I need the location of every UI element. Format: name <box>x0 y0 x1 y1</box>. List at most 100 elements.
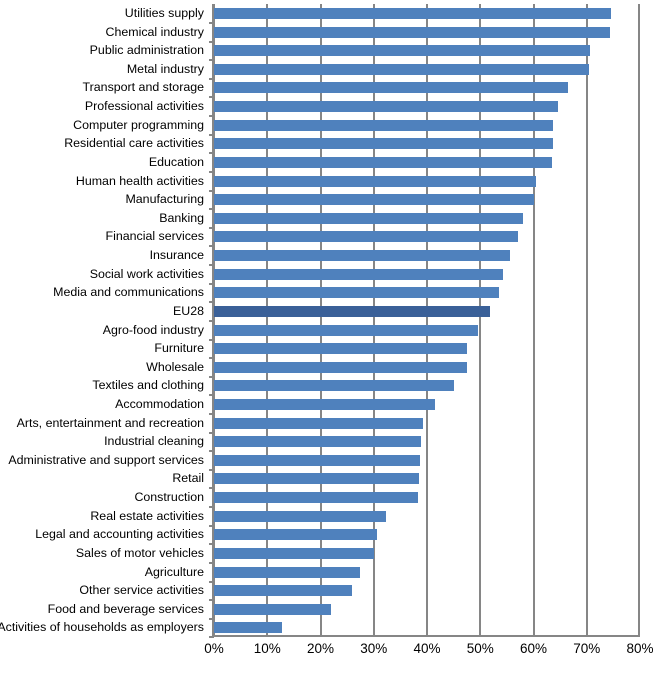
bar <box>214 82 569 94</box>
bar <box>214 343 468 355</box>
bar <box>214 268 503 280</box>
bar-row <box>209 358 638 378</box>
bar-chart: Utilities supply Chemical industry Public … <box>0 0 660 676</box>
value-tick-label: 40% <box>413 641 441 656</box>
category-label: Computer programming <box>73 117 204 132</box>
bar <box>214 603 332 615</box>
category-label: Sales of motor vehicles <box>75 545 204 560</box>
bar-row <box>209 600 638 620</box>
value-tick-label: 50% <box>466 641 494 656</box>
category-label: Textiles and clothing <box>92 378 204 393</box>
category-label: Professional activities <box>84 99 204 114</box>
category-label: Arts, entertainment and recreation <box>16 415 204 430</box>
category-axis-labels: Utilities supply Chemical industry Public … <box>0 4 208 637</box>
value-tick-label: 0% <box>204 641 224 656</box>
bar <box>214 380 454 392</box>
bar-row <box>209 339 638 360</box>
bar-row <box>209 41 638 62</box>
bar <box>214 454 420 466</box>
bar-row <box>209 376 638 397</box>
category-label: Other service activities <box>79 583 204 598</box>
category-label: Insurance <box>149 248 204 263</box>
bar-row <box>209 302 638 322</box>
category-label: Retail <box>172 471 204 486</box>
value-tick-label: 30% <box>360 641 388 656</box>
category-label: Manufacturing <box>125 192 204 207</box>
bar-row <box>209 97 638 118</box>
bar <box>214 194 534 206</box>
category-label: Media and communications <box>53 285 204 300</box>
category-label: Legal and accounting activities <box>35 527 204 542</box>
plot-area <box>209 4 640 639</box>
category-label: Social work activities <box>89 266 204 281</box>
bar-row <box>209 134 638 155</box>
bar <box>214 417 423 429</box>
bar-row <box>209 190 638 211</box>
category-label: Accommodation <box>115 396 204 411</box>
bar <box>214 547 374 559</box>
bar-row <box>209 4 638 24</box>
bar <box>214 26 610 38</box>
bar-rows <box>209 4 638 639</box>
category-label: Metal industry <box>126 61 204 76</box>
bar-row <box>209 469 638 490</box>
bar-row <box>209 488 638 509</box>
bar-row <box>209 78 638 99</box>
category-tick <box>209 636 214 639</box>
bar-row <box>209 265 638 285</box>
bar <box>214 361 467 373</box>
bar <box>214 212 523 224</box>
category-label: Administrative and support services <box>8 452 204 467</box>
category-label: Public administration <box>89 43 204 58</box>
value-tick-label: 70% <box>573 641 601 656</box>
category-label: EU28 <box>173 303 204 318</box>
bar <box>214 250 511 262</box>
bar <box>214 8 612 19</box>
bar-row <box>209 451 638 471</box>
category-label: Banking <box>159 210 204 225</box>
category-label: Residential care activities <box>64 136 204 151</box>
bar <box>214 566 361 578</box>
bar-row <box>209 544 638 564</box>
bar <box>214 305 491 317</box>
value-tick-label: 60% <box>519 641 548 656</box>
category-label: Agriculture <box>144 564 204 579</box>
value-tick-label: 10% <box>253 641 281 656</box>
category-label: Chemical industry <box>105 24 204 39</box>
bar <box>214 63 589 75</box>
bar-row <box>209 618 638 639</box>
bar <box>214 492 418 504</box>
bar <box>214 175 537 187</box>
category-label: Food and beverage services <box>47 601 204 616</box>
category-label: Utilities supply <box>124 6 204 20</box>
bar-row <box>209 153 638 173</box>
bar <box>214 529 378 541</box>
bar <box>214 473 419 485</box>
bar <box>214 398 435 410</box>
bar-row <box>209 507 638 527</box>
bar-row <box>209 581 638 602</box>
value-tick-label: 80% <box>626 641 654 656</box>
bar-row <box>209 321 638 341</box>
category-label: Human health activities <box>75 173 204 188</box>
category-label: Agro-food industry <box>102 322 204 337</box>
bar-row <box>209 395 638 415</box>
bar-row <box>209 283 638 304</box>
bar-row <box>209 172 638 192</box>
category-label: Activities of households as employers <box>0 620 204 635</box>
category-label: Construction <box>134 490 204 505</box>
value-tick-label: 20% <box>306 641 335 656</box>
bar-row <box>209 432 638 453</box>
category-label: Education <box>148 154 204 169</box>
bar-row <box>209 563 638 583</box>
bar <box>214 231 518 243</box>
bar-row <box>209 227 638 248</box>
bar <box>214 585 353 597</box>
bar <box>214 156 553 168</box>
value-axis-labels: 0% 10% 20% 30% 40% 50% 60% 70% 80% <box>204 641 653 671</box>
bar <box>214 101 558 113</box>
bar <box>214 138 553 150</box>
category-label: Real estate activities <box>90 508 204 523</box>
category-label: Wholesale <box>146 359 204 374</box>
bar <box>214 510 386 522</box>
